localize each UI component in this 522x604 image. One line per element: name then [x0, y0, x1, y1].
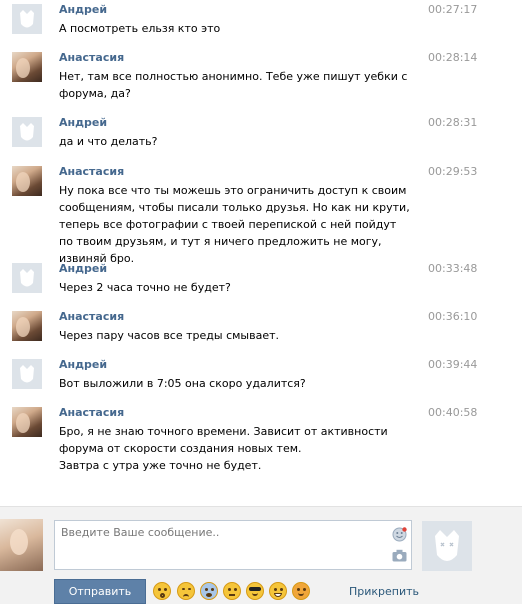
message-line: Завтра с утра уже точно не будет.	[59, 459, 262, 472]
message: Андрей 00:39:44 Вот выложили в 7:05 она …	[0, 355, 490, 403]
message-line: А посмотреть ельзя кто это	[59, 22, 221, 35]
message-time: 00:33:48	[428, 262, 478, 275]
message: Анастасия 00:29:53 Ну пока все что ты мо…	[0, 162, 490, 265]
message-time: 00:40:58	[428, 406, 478, 419]
message-time: 00:39:44	[428, 358, 478, 371]
message-line: Нет, там все полностью анонимно. Тебе уж…	[59, 70, 408, 100]
message: Андрей 00:27:17 А посмотреть ельзя кто э…	[0, 0, 490, 48]
message: Анастасия 00:40:58 Бро, я не знаю точног…	[0, 403, 490, 493]
my-avatar[interactable]	[0, 519, 43, 571]
flushed-emoji-icon[interactable]	[153, 582, 171, 600]
message-author[interactable]: Андрей	[59, 262, 107, 275]
message: Андрей 00:28:31 да и что делать?	[0, 113, 490, 162]
blush-emoji-icon[interactable]	[292, 582, 310, 600]
avatar[interactable]	[12, 311, 42, 341]
message-text: Ну пока все что ты можешь это ограничить…	[59, 182, 411, 267]
message-line: да и что делать?	[59, 135, 158, 148]
message-time: 00:36:10	[428, 310, 478, 323]
avatar[interactable]	[12, 52, 42, 82]
message: Анастасия 00:28:14 Нет, там все полность…	[0, 48, 490, 113]
message-line: Через 2 часа точно не будет?	[59, 281, 231, 294]
message-author[interactable]: Андрей	[59, 116, 107, 129]
message-author[interactable]: Анастасия	[59, 406, 124, 419]
message: Андрей 00:33:48 Через 2 часа точно не бу…	[0, 259, 490, 307]
camera-icon[interactable]	[392, 549, 407, 562]
message-history: Андрей 00:27:17 А посмотреть ельзя кто э…	[0, 0, 522, 506]
vk-dog-placeholder-icon	[20, 269, 34, 287]
message-time: 00:29:53	[428, 165, 478, 178]
grinning-emoji-icon[interactable]	[269, 582, 287, 600]
message-text: Нет, там все полностью анонимно. Тебе уж…	[59, 68, 411, 102]
unamused-emoji-icon[interactable]	[177, 582, 195, 600]
avatar[interactable]	[12, 117, 42, 147]
message-author[interactable]: Анастасия	[59, 310, 124, 323]
message-text: Бро, я не знаю точного времени. Зависит …	[59, 423, 411, 474]
message-input[interactable]	[54, 520, 412, 570]
avatar[interactable]	[12, 407, 42, 437]
message-author[interactable]: Андрей	[59, 3, 107, 16]
avatar[interactable]	[12, 359, 42, 389]
send-button[interactable]: Отправить	[54, 579, 146, 604]
vk-dog-placeholder-icon	[435, 530, 459, 561]
message-line: Бро, я не знаю точного времени. Зависит …	[59, 425, 388, 455]
message-author[interactable]: Анастасия	[59, 165, 124, 178]
attach-link[interactable]: Прикрепить	[349, 585, 419, 598]
message: Анастасия 00:36:10 Через пару часов все …	[0, 307, 490, 355]
smile-icon[interactable]	[392, 527, 407, 542]
fearful-emoji-icon[interactable]	[200, 582, 218, 600]
message-line: Ну пока все что ты можешь это ограничить…	[59, 184, 410, 265]
avatar[interactable]	[12, 4, 42, 34]
message-text: А посмотреть ельзя кто это	[59, 20, 411, 37]
message-composer: Отправить Прикрепить	[0, 506, 522, 604]
avatar[interactable]	[12, 166, 42, 196]
message-text: Через 2 часа точно не будет?	[59, 279, 411, 296]
message-text: да и что делать?	[59, 133, 411, 150]
neutral-emoji-icon[interactable]	[223, 582, 241, 600]
message-line: Через пару часов все треды смывает.	[59, 329, 279, 342]
message-time: 00:27:17	[428, 3, 478, 16]
message-text: Вот выложили в 7:05 она скоро удалится?	[59, 375, 411, 392]
message-line: Вот выложили в 7:05 она скоро удалится?	[59, 377, 306, 390]
sunglasses-emoji-icon[interactable]	[246, 582, 264, 600]
message-text: Через пару часов все треды смывает.	[59, 327, 411, 344]
vk-dog-placeholder-icon	[20, 123, 34, 141]
message-author[interactable]: Анастасия	[59, 51, 124, 64]
vk-dog-placeholder-icon	[20, 10, 34, 28]
message-time: 00:28:31	[428, 116, 478, 129]
avatar[interactable]	[12, 263, 42, 293]
vk-dog-placeholder-icon	[20, 365, 34, 383]
message-author[interactable]: Андрей	[59, 358, 107, 371]
recipient-avatar[interactable]	[422, 521, 472, 571]
message-time: 00:28:14	[428, 51, 478, 64]
